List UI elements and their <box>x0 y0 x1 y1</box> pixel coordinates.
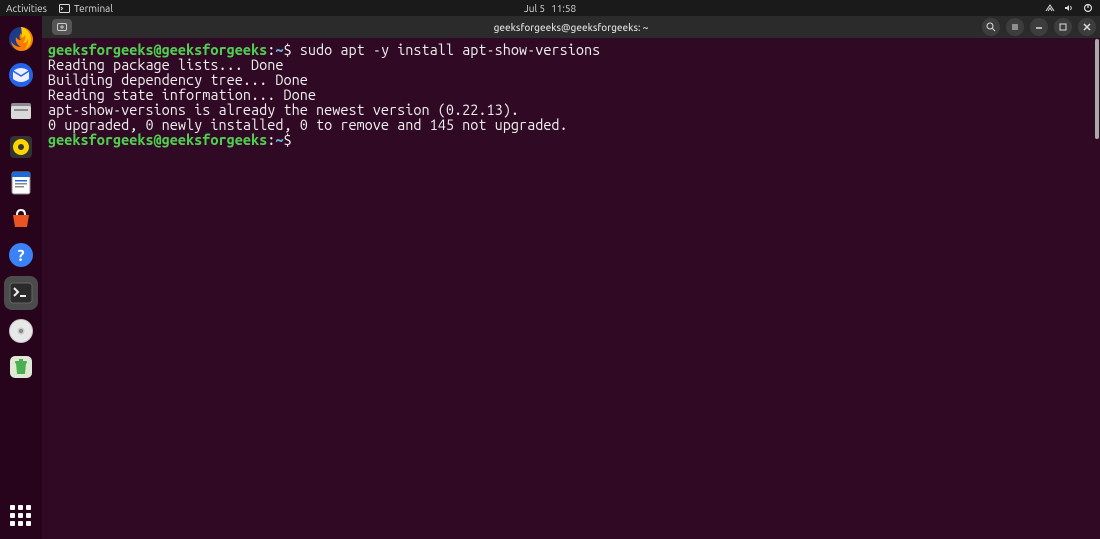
help-icon[interactable]: ? <box>6 240 36 270</box>
libreoffice-writer-icon[interactable] <box>6 168 36 198</box>
hamburger-icon <box>1010 22 1020 32</box>
scrollbar[interactable] <box>1094 38 1100 539</box>
maximize-icon <box>1058 22 1068 32</box>
time-label: 11:58 <box>551 3 576 14</box>
search-button[interactable] <box>982 18 1000 36</box>
disc-icon[interactable] <box>6 316 36 346</box>
files-icon[interactable] <box>6 96 36 126</box>
volume-icon <box>1064 3 1074 13</box>
output-line: apt-show-versions is already the newest … <box>48 102 1094 117</box>
close-icon <box>1082 22 1092 32</box>
clock[interactable]: Jul 5 11:58 <box>524 3 576 14</box>
prompt-line-1: geeksforgeeks@geeksforgeeks:~$ sudo apt … <box>48 42 1094 57</box>
rhythmbox-icon[interactable] <box>6 132 36 162</box>
firefox-icon[interactable] <box>6 24 36 54</box>
top-bar: Activities Terminal Jul 5 11:58 <box>0 0 1100 16</box>
status-area[interactable] <box>1044 3 1094 13</box>
search-icon <box>986 22 996 32</box>
terminal-icon[interactable] <box>4 276 38 310</box>
prompt-line-2: geeksforgeeks@geeksforgeeks:~$ <box>48 132 1094 147</box>
scrollbar-thumb[interactable] <box>1095 39 1099 139</box>
maximize-button[interactable] <box>1054 18 1072 36</box>
output-line: Reading state information... Done <box>48 87 1094 102</box>
trash-icon[interactable] <box>6 352 36 382</box>
terminal-menu-label: Terminal <box>74 3 113 14</box>
titlebar: geeksforgeeks@geeksforgeeks: ~ <box>42 16 1100 38</box>
terminal-window: geeksforgeeks@geeksforgeeks: ~ geeksforg… <box>42 16 1100 539</box>
activities-button[interactable]: Activities <box>6 3 47 14</box>
terminal-topbar-icon <box>59 4 70 13</box>
output-line: Building dependency tree... Done <box>48 72 1094 87</box>
output-line: Reading package lists... Done <box>48 57 1094 72</box>
output-line: 0 upgraded, 0 newly installed, 0 to remo… <box>48 117 1094 132</box>
dock: ? <box>0 16 42 539</box>
command-text: sudo apt -y install apt-show-versions <box>300 41 600 58</box>
close-button[interactable] <box>1078 18 1096 36</box>
minimize-icon <box>1034 22 1044 32</box>
software-center-icon[interactable] <box>6 204 36 234</box>
new-tab-button[interactable] <box>52 19 72 35</box>
terminal-menu[interactable]: Terminal <box>59 3 113 14</box>
date-label: Jul 5 <box>524 3 545 14</box>
svg-text:?: ? <box>17 247 24 265</box>
window-title: geeksforgeeks@geeksforgeeks: ~ <box>494 22 649 33</box>
network-icon <box>1044 3 1056 13</box>
thunderbird-icon[interactable] <box>6 60 36 90</box>
terminal-body[interactable]: geeksforgeeks@geeksforgeeks:~$ sudo apt … <box>42 38 1100 539</box>
menu-button[interactable] <box>1006 18 1024 36</box>
show-applications-icon[interactable] <box>10 505 32 527</box>
power-icon <box>1082 3 1094 13</box>
minimize-button[interactable] <box>1030 18 1048 36</box>
